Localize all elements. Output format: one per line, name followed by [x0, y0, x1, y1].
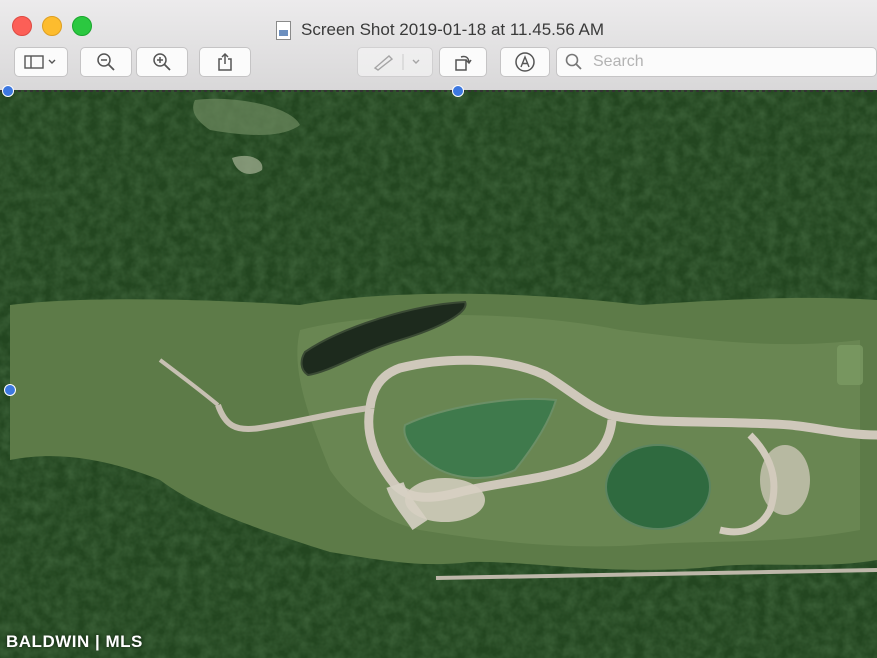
rotate-button[interactable]	[439, 47, 487, 77]
zoom-in-icon	[153, 53, 171, 71]
window-title-text: Screen Shot 2019-01-18 at 11.45.56 AM	[301, 20, 605, 39]
annotate-button[interactable]	[500, 47, 550, 77]
sidebar-toggle-button[interactable]	[14, 47, 68, 77]
share-button[interactable]	[199, 47, 251, 77]
zoom-in-button[interactable]	[136, 47, 188, 77]
markup-pen-icon	[373, 54, 420, 71]
search-field[interactable]	[556, 47, 877, 77]
close-window-button[interactable]	[12, 16, 32, 36]
selection-handle-top[interactable]	[452, 85, 464, 97]
sidebar-icon	[24, 55, 56, 69]
markup-toolbar-button[interactable]	[357, 47, 433, 77]
rotate-icon	[455, 55, 472, 71]
document-icon	[276, 20, 291, 40]
aerial-image	[0, 90, 877, 658]
minimize-window-button[interactable]	[42, 16, 62, 36]
share-icon	[218, 52, 232, 71]
selection-handle-left[interactable]	[4, 384, 16, 396]
zoom-out-button[interactable]	[80, 47, 132, 77]
search-input[interactable]	[591, 52, 835, 72]
window-titlebar: Screen Shot 2019-01-18 at 11.45.56 AM	[0, 0, 877, 91]
window-title: Screen Shot 2019-01-18 at 11.45.56 AM	[276, 18, 604, 42]
watermark-logo: BALDWIN | MLS	[6, 632, 143, 651]
search-icon	[565, 53, 582, 70]
selection-border	[0, 90, 877, 92]
selection-handle-top-left[interactable]	[2, 85, 14, 97]
annotate-icon	[515, 52, 535, 72]
maximize-window-button[interactable]	[72, 16, 92, 36]
aerial-map-graphic	[0, 90, 877, 658]
zoom-out-icon	[97, 53, 115, 71]
